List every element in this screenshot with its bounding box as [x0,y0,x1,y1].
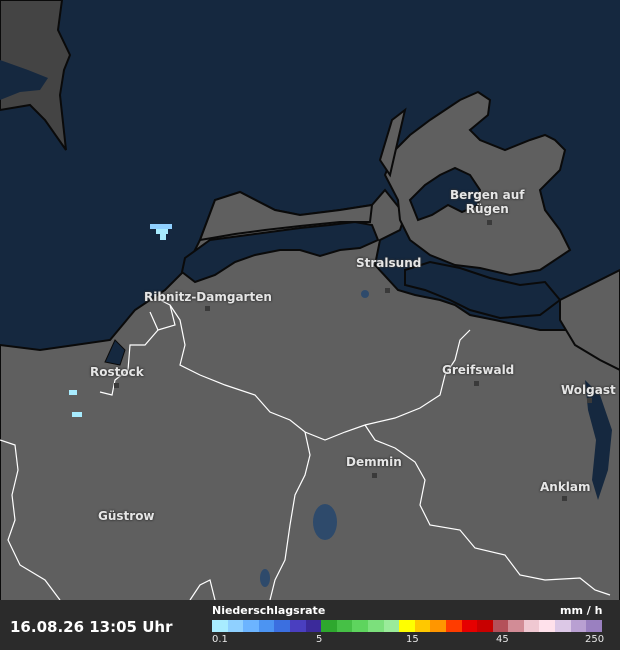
legend-swatch [492,620,509,632]
city-label-bergen: Bergen auf Rügen [450,188,525,216]
legend-color-scale [212,620,602,632]
city-marker-greifswald [474,381,479,386]
legend-swatch [321,620,337,632]
lake-small-2 [361,290,369,298]
city-marker-anklam [562,496,567,501]
legend-swatch [289,620,306,632]
legend-swatch [430,620,446,632]
legend-title: Niederschlagsrate [212,604,326,617]
legend-tick: 15 [406,634,419,645]
timestamp: 16.08.26 13:05 Uhr [10,618,173,636]
legend-swatch [586,620,602,632]
legend-swatch [523,620,540,632]
legend-swatch [274,620,290,632]
legend-tick: 5 [316,634,323,645]
legend-swatch [212,620,228,632]
city-marker-stralsund [385,288,390,293]
legend-swatch [414,620,431,632]
legend-swatch [555,620,571,632]
lake-kummerower [313,504,337,540]
legend-tick: 45 [496,634,509,645]
city-label-rostock: Rostock [90,365,144,379]
legend-unit: mm / h [560,604,603,617]
city-label-stralsund: Stralsund [356,256,422,270]
city-marker-bergen [487,220,492,225]
legend-swatch [539,620,556,632]
legend-swatch [367,620,384,632]
legend-tick: 0.1 [212,634,228,645]
legend-swatch [445,620,462,632]
city-marker-wolgast [587,398,592,403]
legend-swatch [305,620,322,632]
city-label-guestrow: Güstrow [98,509,155,523]
city-marker-demmin [372,473,377,478]
legend-swatch [570,620,587,632]
city-marker-ribnitz [205,306,210,311]
legend-swatch [352,620,368,632]
city-label-wolgast: Wolgast [561,383,616,397]
footer-bar: 16.08.26 13:05 Uhr Niederschlagsrate mm … [0,600,620,650]
legend-swatch [227,620,244,632]
legend-swatch [243,620,259,632]
precipitation-map[interactable] [0,0,620,650]
city-label-demmin: Demmin [346,455,402,469]
legend-swatch [477,620,493,632]
city-marker-rostock [114,383,119,388]
legend-swatch [258,620,275,632]
legend-swatch [383,620,400,632]
legend-swatch [508,620,524,632]
legend-swatch [461,620,478,632]
city-label-anklam: Anklam [540,480,591,494]
legend-swatch [336,620,353,632]
city-label-greifswald: Greifswald [442,363,515,377]
legend-swatch [399,620,415,632]
city-label-ribnitz: Ribnitz-Damgarten [144,290,272,304]
lake-small-1 [260,569,270,587]
legend-tick: 250 [585,634,605,645]
